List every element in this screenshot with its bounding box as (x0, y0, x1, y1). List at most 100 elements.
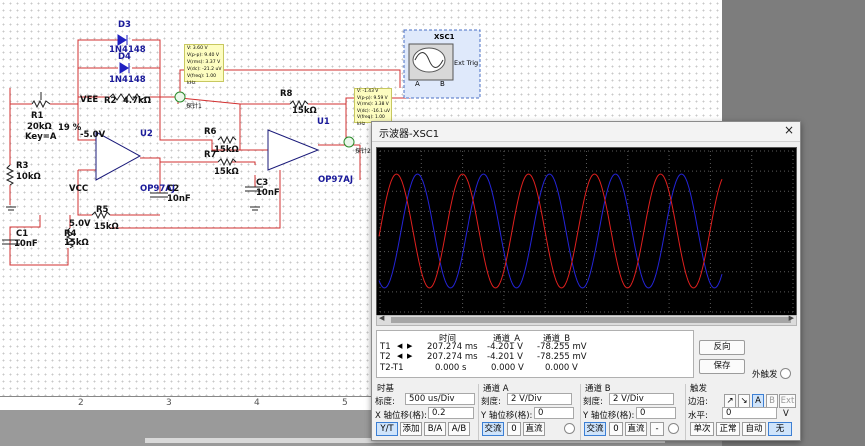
mode-yt-button[interactable]: Y/T (376, 422, 398, 436)
c3-value: 10nF (256, 188, 280, 198)
ruler-tick: 4 (254, 398, 260, 408)
r8-ref: R8 (280, 89, 293, 99)
oscilloscope-window[interactable]: 示波器-XSC1 × ◀ ▶ 时间 通道_A 通道_B T1 ◀ ▶ 207.2… (371, 121, 801, 441)
r7-ref: R7 (204, 150, 217, 160)
c1-ref: C1 (16, 229, 29, 239)
scope-screen[interactable] (376, 147, 797, 316)
channel-b-trace (378, 173, 723, 289)
channel-b-ypos-label: Y 轴位移(格): (583, 411, 635, 421)
ruler-tick: 2 (78, 398, 84, 408)
channel-b-ac-button[interactable]: 交流 (584, 422, 606, 436)
falling-edge-icon[interactable]: ↘ (738, 394, 750, 408)
trigger-source-b-button[interactable]: B (766, 394, 778, 408)
channel-b-zero-button[interactable]: 0 (609, 422, 623, 436)
u1-ref: U1 (317, 117, 330, 127)
t2-left-arrow-icon[interactable]: ◀ (397, 352, 402, 360)
trigger-level-field[interactable]: 0 (722, 407, 777, 419)
trigger-none-button[interactable]: 无 (768, 422, 792, 436)
channel-a-ypos-label: Y 轴位移(格): (481, 411, 533, 421)
trigger-single-button[interactable]: 单次 (690, 422, 714, 436)
trigger-level-label: 水平: (688, 411, 708, 421)
channel-a-zero-button[interactable]: 0 (507, 422, 521, 436)
diode-d4-ref: D4 (118, 52, 131, 62)
trigger-auto-button[interactable]: 自动 (742, 422, 766, 436)
probe1-readout: V: 3.60 V V(p-p): 9.40 V V(rms): 3.37 V … (184, 44, 224, 86)
scope-title: 示波器-XSC1 (379, 129, 440, 140)
ext-trigger-terminal[interactable] (780, 368, 791, 379)
channel-a-scale-label: 刻度: (481, 397, 501, 407)
r1-ref: R1 (31, 111, 44, 121)
scroll-thumb[interactable] (391, 317, 791, 323)
r3-value: 10kΩ (16, 172, 41, 182)
probe2-readout: V: -1.43 V V(p-p): 9.59 V V(rms): 3.38 V… (354, 88, 392, 127)
close-icon[interactable]: × (784, 123, 794, 137)
mode-add-button[interactable]: 添加 (400, 422, 422, 436)
r1-percent: 19 % (58, 123, 82, 133)
channel-a-trace (378, 173, 723, 289)
trigger-title: 触发 (690, 384, 708, 394)
scope-symbol-a: A (415, 80, 420, 88)
divider (685, 384, 686, 440)
probe2-line: V(rms): 3.38 V (357, 102, 389, 108)
trigger-normal-button[interactable]: 正常 (716, 422, 740, 436)
timebase-title: 时基 (377, 384, 395, 394)
delta-time: 0.000 s (435, 363, 467, 373)
channel-a-ac-button[interactable]: 交流 (482, 422, 504, 436)
t1-ch-b: -78.255 mV (537, 342, 587, 352)
r2-value: 4.7kΩ (123, 96, 151, 106)
divider (478, 384, 479, 440)
rising-edge-icon[interactable]: ↗ (724, 394, 736, 408)
probe1-line: V(freq): 1.00 kHz (187, 74, 217, 86)
channel-b-title: 通道 B (585, 384, 611, 394)
diode-d3-ref: D3 (118, 20, 131, 30)
channel-b-dc-button[interactable]: 直流 (625, 422, 647, 436)
mode-ba-button[interactable]: B/A (424, 422, 446, 436)
t1-right-arrow-icon[interactable]: ▶ (407, 342, 412, 350)
scroll-right-icon[interactable]: ▶ (789, 314, 794, 322)
vee-value: -5.0V (80, 130, 106, 140)
channel-b-ypos-field[interactable]: 0 (636, 407, 676, 419)
scope-symbol-ref: XSC1 (434, 33, 455, 41)
r5-value: 15kΩ (94, 222, 119, 232)
u2-ref: U2 (140, 129, 153, 139)
scope-screen-scrollbar[interactable]: ◀ ▶ (376, 314, 797, 326)
probe1-line: V(p-p): 9.40 V (187, 53, 220, 58)
timebase-scale-label: 标度: (375, 397, 395, 407)
t2-right-arrow-icon[interactable]: ▶ (407, 352, 412, 360)
channel-b-terminal[interactable] (668, 423, 679, 434)
channel-a-title: 通道 A (483, 384, 509, 394)
save-button[interactable]: 保存 (699, 359, 745, 374)
scroll-left-icon[interactable]: ◀ (379, 314, 384, 322)
reverse-button[interactable]: 反向 (699, 340, 745, 355)
trigger-edge-label: 边沿: (688, 397, 708, 407)
t2-time: 207.274 ms (427, 352, 478, 362)
mode-ab-button[interactable]: A/B (448, 422, 470, 436)
t1-left-arrow-icon[interactable]: ◀ (397, 342, 402, 350)
t2-ch-b: -78.255 mV (537, 352, 587, 362)
channel-a-scale-field[interactable]: 2 V/Div (507, 393, 572, 405)
channel-b-scale-field[interactable]: 2 V/Div (609, 393, 674, 405)
cursor-delta-label: T2-T1 (380, 363, 404, 373)
probe1-line: V: 3.60 V (187, 46, 208, 51)
channel-a-dc-button[interactable]: 直流 (523, 422, 545, 436)
t1-time: 207.274 ms (427, 342, 478, 352)
c1-value: 10nF (14, 239, 38, 249)
probe2-tag: 探针2 (355, 148, 371, 155)
timebase-xpos-field[interactable]: 0.2 (428, 407, 474, 419)
trigger-source-a-button[interactable]: A (752, 394, 764, 408)
ruler-tick: 3 (166, 398, 172, 408)
channel-a-ypos-field[interactable]: 0 (534, 407, 574, 419)
c3-ref: C3 (256, 178, 269, 188)
trigger-source-ext-button[interactable]: Ext (779, 394, 796, 408)
r6-value: 15kΩ (214, 145, 239, 155)
t1-ch-a: -4.201 V (487, 342, 523, 352)
r3-ref: R3 (16, 161, 29, 171)
channel-b-minus-button[interactable]: - (650, 422, 664, 436)
scope-symbol-b: B (440, 80, 445, 88)
cursor-t2-label: T2 (380, 352, 391, 362)
channel-a-terminal[interactable] (564, 423, 575, 434)
timebase-scale-field[interactable]: 500 us/Div (405, 393, 475, 405)
scope-titlebar[interactable]: 示波器-XSC1 × (372, 122, 800, 142)
probe1-line: V(dc): -21.2 uV (187, 67, 222, 72)
cursor-readout-panel: 时间 通道_A 通道_B T1 ◀ ▶ 207.274 ms -4.201 V … (376, 330, 694, 378)
